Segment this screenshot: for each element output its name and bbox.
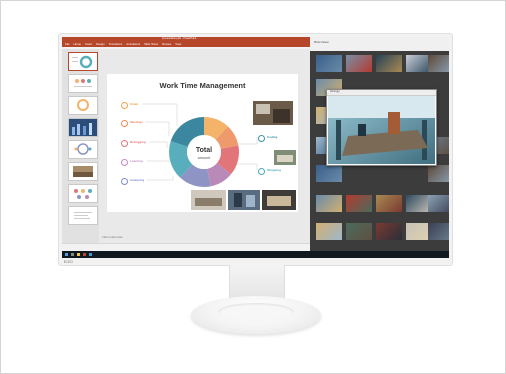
slide-thumbnail[interactable] xyxy=(68,96,98,115)
donut-center-text: Total xyxy=(196,147,212,154)
photo-thumbnail[interactable] xyxy=(316,165,342,182)
monitor-stand-cutout xyxy=(218,303,294,321)
photo-thumbnail[interactable] xyxy=(428,195,449,212)
start-icon[interactable] xyxy=(65,253,68,256)
slide-thumbnail[interactable] xyxy=(68,118,98,137)
label-shopping: Shopping xyxy=(267,168,281,172)
connector-line xyxy=(142,103,178,126)
monitor-stand-neck xyxy=(229,265,285,298)
slide-thumbnail[interactable] xyxy=(68,74,98,93)
ppt-ribbon xyxy=(62,47,310,49)
photo-thumbnail[interactable] xyxy=(316,55,342,72)
monitor-screen: presentation.pptx - PowerPoint File Home… xyxy=(62,37,449,258)
slide-canvas[interactable]: Work Time Management Total amount Email M… xyxy=(107,74,298,212)
slide-thumbnail[interactable] xyxy=(68,206,98,225)
shopping-icon xyxy=(258,168,265,175)
slide-thumbnail-panel xyxy=(62,49,99,243)
slide-thumbnail[interactable] xyxy=(68,140,98,159)
label-analyzing: Analyzing xyxy=(130,178,145,182)
slide-photo xyxy=(262,190,296,210)
photo-thumbnail[interactable] xyxy=(346,195,372,212)
label-meetings: Meetings xyxy=(130,120,144,124)
slide-photo xyxy=(228,190,260,210)
email-icon xyxy=(121,102,128,109)
slide-thumbnail[interactable] xyxy=(68,52,98,71)
brand-logo: EIZO xyxy=(64,260,73,264)
preview-photo xyxy=(328,96,435,164)
label-email: Email xyxy=(130,102,139,106)
slide-photo xyxy=(274,150,296,165)
notes-area[interactable]: Click to add notes xyxy=(102,236,123,239)
search-icon[interactable] xyxy=(71,253,74,256)
connector-line xyxy=(145,121,170,136)
preview-title: photo.jpg xyxy=(330,91,340,93)
photo-thumbnail[interactable] xyxy=(376,55,402,72)
photo-thumbnail[interactable] xyxy=(316,195,342,212)
connector-line xyxy=(147,176,174,181)
slide-thumbnail[interactable] xyxy=(68,162,98,181)
viewer-title: Photo Viewer xyxy=(314,41,329,44)
debugging-icon xyxy=(121,140,128,147)
photo-preview-window[interactable]: photo.jpg xyxy=(326,89,437,166)
photo-thumbnail[interactable] xyxy=(376,195,402,212)
powerpoint-icon[interactable] xyxy=(83,253,86,256)
analyzing-icon xyxy=(121,178,128,185)
connector-line xyxy=(149,141,168,148)
powerpoint-window: presentation.pptx - PowerPoint File Home… xyxy=(62,37,313,252)
slide-thumbnail[interactable] xyxy=(68,184,98,203)
photo-thumbnail[interactable] xyxy=(316,223,342,240)
learning-icon xyxy=(121,159,128,166)
photo-thumbnail[interactable] xyxy=(376,223,402,240)
folder-icon[interactable] xyxy=(77,253,80,256)
label-coding: Coding xyxy=(267,135,278,139)
photo-thumbnail[interactable] xyxy=(346,55,372,72)
connector-line xyxy=(147,160,170,162)
photo-thumbnail[interactable] xyxy=(428,55,449,72)
slide-photo xyxy=(191,190,226,210)
label-learning: Learning xyxy=(130,159,143,163)
slide-photo xyxy=(253,101,293,125)
viewer-toolbar: Photo Viewer xyxy=(310,37,449,51)
photo-thumbnail[interactable] xyxy=(346,223,372,240)
browser-icon[interactable] xyxy=(89,253,92,256)
donut-center-subtext: amount xyxy=(198,156,212,160)
photo-thumbnail[interactable] xyxy=(428,223,449,240)
taskbar xyxy=(62,251,449,258)
photo-thumbnail[interactable] xyxy=(428,165,449,182)
connector-line xyxy=(237,137,258,145)
meetings-icon xyxy=(121,120,128,127)
label-debugging: Debugging xyxy=(130,140,146,144)
ppt-window-title: presentation.pptx - PowerPoint xyxy=(162,37,197,40)
connector-line xyxy=(237,163,258,170)
coding-icon xyxy=(258,135,265,142)
